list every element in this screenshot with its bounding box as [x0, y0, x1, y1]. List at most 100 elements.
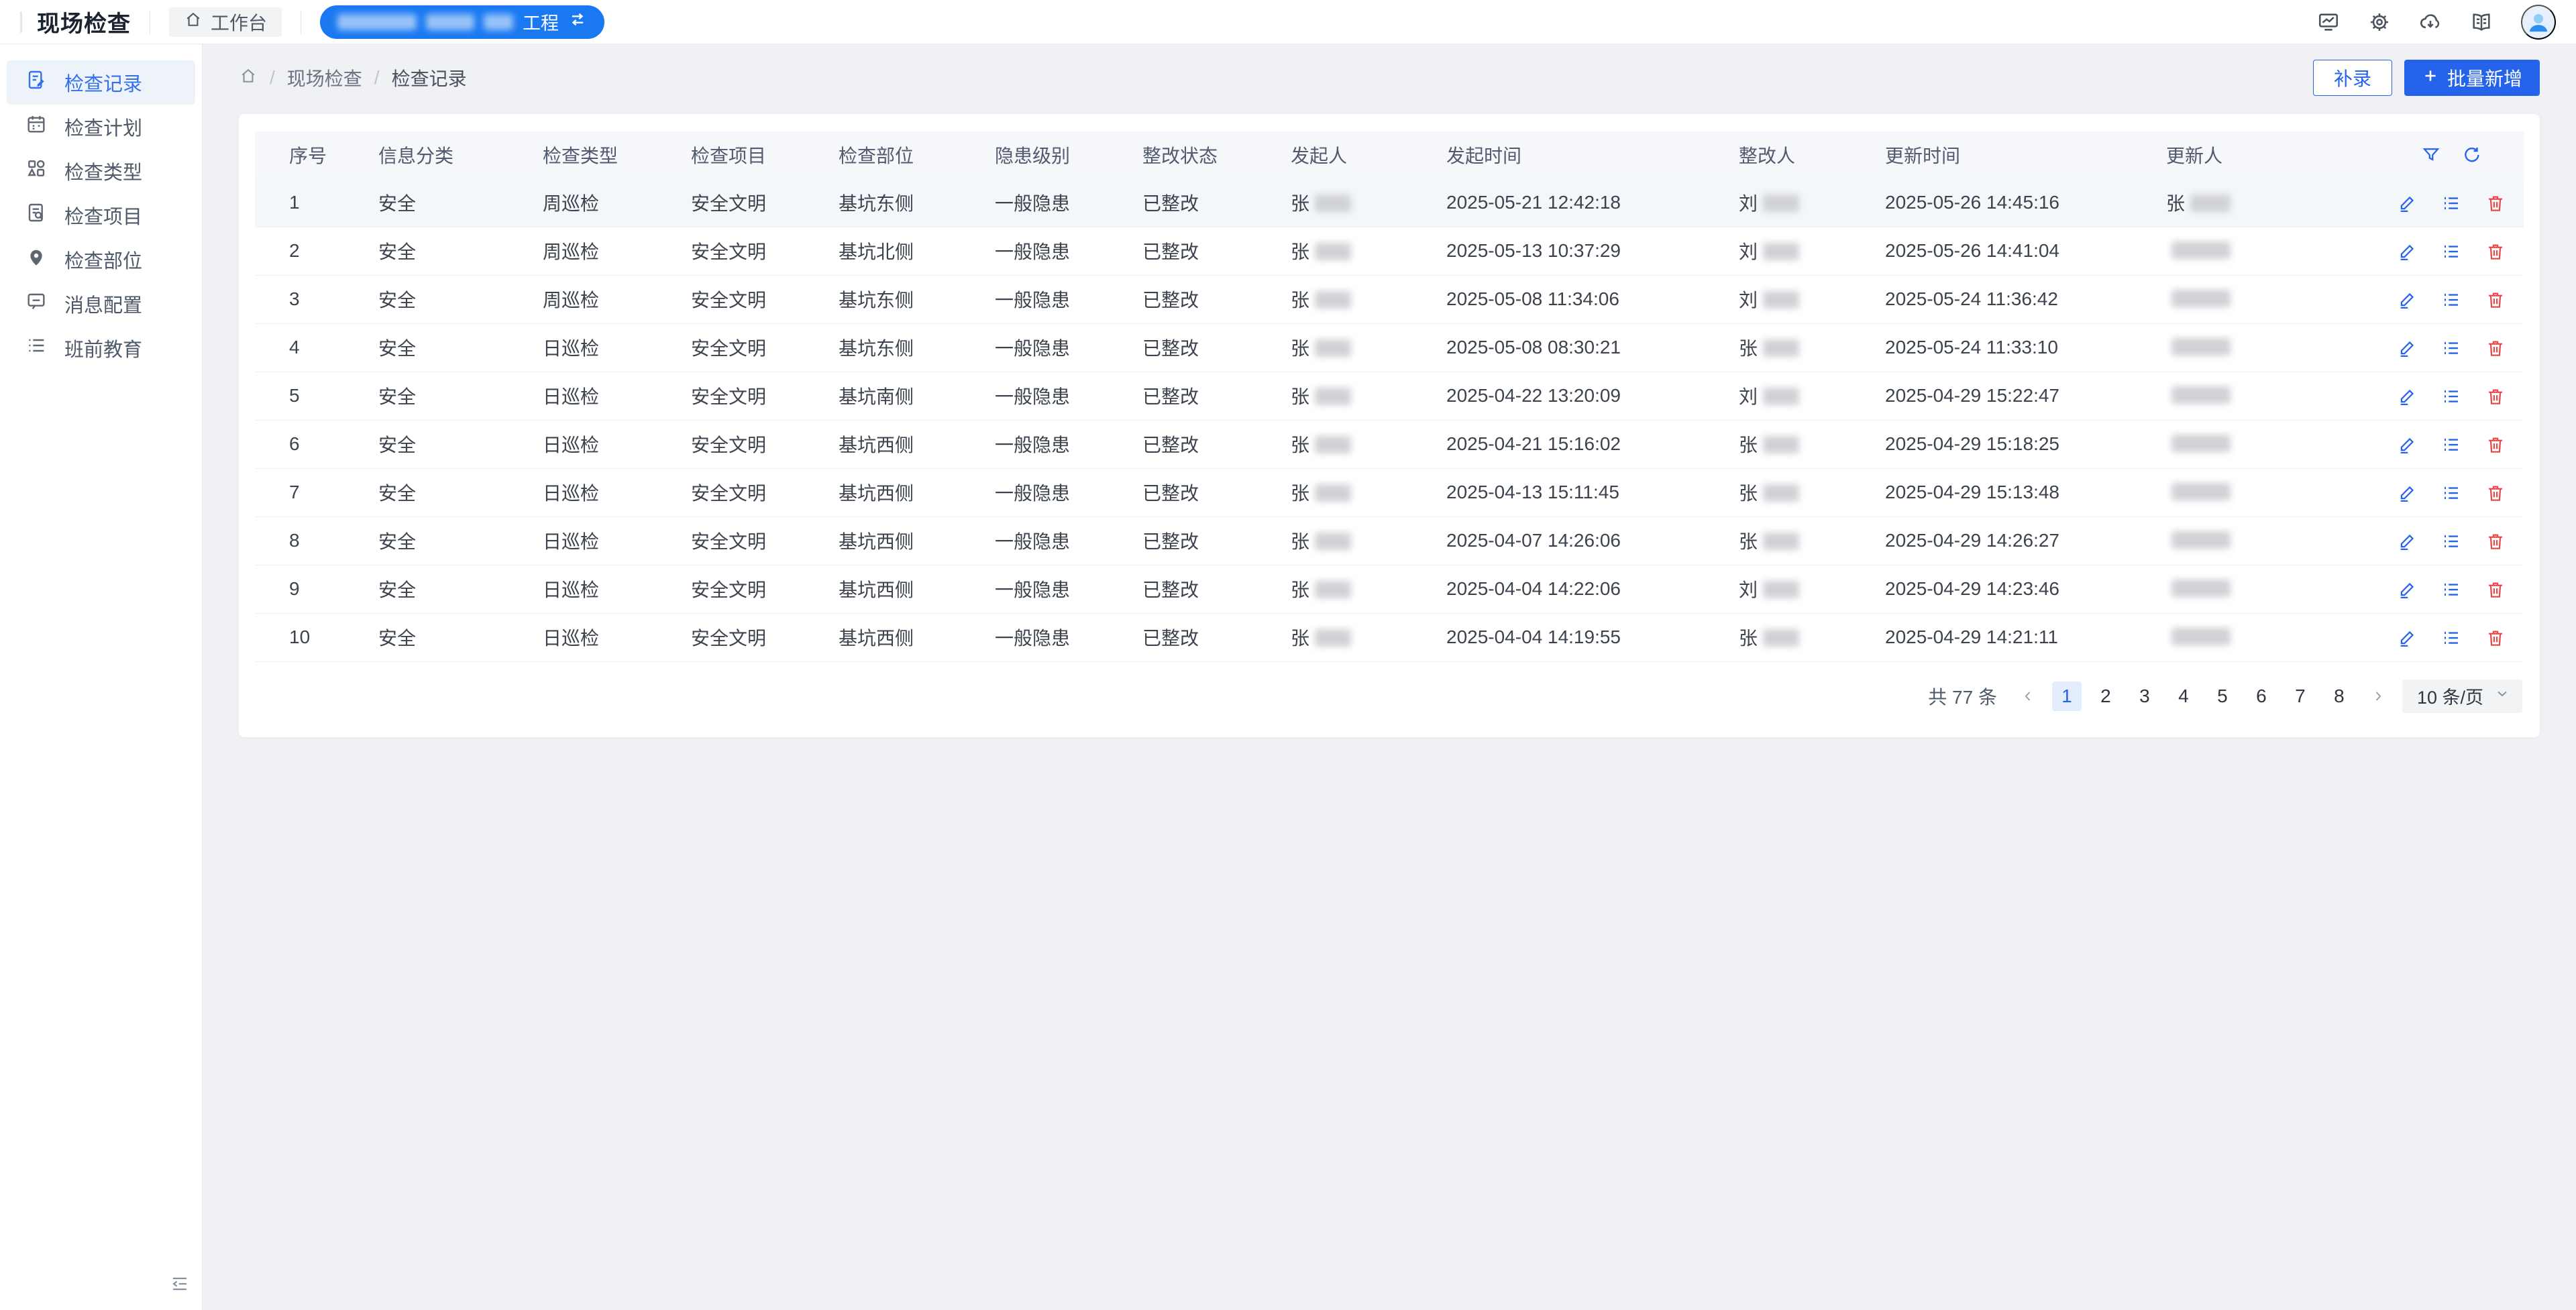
page-button-4[interactable]: 4 — [2169, 681, 2198, 711]
cell-inspection-location: 基坑西侧 — [839, 468, 995, 516]
delete-button[interactable] — [2485, 386, 2506, 406]
edit-button[interactable] — [2397, 580, 2417, 600]
cell-inspection-type: 日巡检 — [543, 323, 691, 372]
sidebar-item-message-config[interactable]: 消息配置 — [7, 282, 195, 326]
detail-list-button[interactable] — [2441, 193, 2461, 213]
detail-list-button[interactable] — [2441, 628, 2461, 648]
dashboard-chart-icon[interactable] — [2317, 10, 2341, 34]
next-page-button[interactable] — [2363, 681, 2393, 711]
refresh-icon[interactable] — [2461, 145, 2481, 165]
redacted-name — [2171, 386, 2231, 404]
edit-button[interactable] — [2397, 290, 2417, 310]
cell-inspection-type: 日巡检 — [543, 420, 691, 468]
page-button-2[interactable]: 2 — [2091, 681, 2121, 711]
collapse-sidebar-button[interactable] — [166, 1271, 193, 1298]
cloud-download-icon[interactable] — [2419, 10, 2443, 34]
table-row[interactable]: 10 安全 日巡检 安全文明 基坑西侧 一般隐患 已整改 张 2025-04-0… — [255, 613, 2524, 661]
page-button-6[interactable]: 6 — [2247, 681, 2276, 711]
edit-button[interactable] — [2397, 628, 2417, 648]
cell-inspection-item: 安全文明 — [691, 372, 839, 420]
redacted-project-text — [484, 14, 513, 30]
detail-list-button[interactable] — [2441, 435, 2461, 455]
table-row[interactable]: 2 安全 周巡检 安全文明 基坑北侧 一般隐患 已整改 张 2025-05-13… — [255, 227, 2524, 275]
edit-button[interactable] — [2397, 338, 2417, 358]
delete-button[interactable] — [2485, 338, 2506, 358]
delete-button[interactable] — [2485, 290, 2506, 310]
sidebar-item-pre-shift-education[interactable]: 班前教育 — [7, 326, 195, 370]
detail-list-button[interactable] — [2441, 580, 2461, 600]
sidebar-item-inspection-records[interactable]: 检查记录 — [7, 60, 195, 105]
edit-button[interactable] — [2397, 386, 2417, 406]
cell-inspection-item: 安全文明 — [691, 516, 839, 565]
detail-list-button[interactable] — [2441, 483, 2461, 503]
page-button-3[interactable]: 3 — [2130, 681, 2159, 711]
redacted-name — [1315, 533, 1351, 550]
page-button-5[interactable]: 5 — [2208, 681, 2237, 711]
cell-actions — [2379, 323, 2524, 372]
table-row[interactable]: 9 安全 日巡检 安全文明 基坑西侧 一般隐患 已整改 张 2025-04-04… — [255, 565, 2524, 613]
table-row[interactable]: 3 安全 周巡检 安全文明 基坑东侧 一般隐患 已整改 张 2025-05-08… — [255, 275, 2524, 323]
page-button-7[interactable]: 7 — [2286, 681, 2315, 711]
cell-initiator: 张 — [1291, 516, 1446, 565]
table-row[interactable]: 1 安全 周巡检 安全文明 基坑东侧 一般隐患 已整改 张 2025-05-21… — [255, 178, 2524, 227]
supplement-entry-button[interactable]: 补录 — [2313, 60, 2392, 96]
edit-button[interactable] — [2397, 241, 2417, 262]
docs-book-icon[interactable] — [2470, 10, 2494, 34]
delete-button[interactable] — [2485, 435, 2506, 455]
sidebar-item-inspection-locations[interactable]: 检查部位 — [7, 237, 195, 282]
edit-button[interactable] — [2397, 435, 2417, 455]
edit-button[interactable] — [2397, 483, 2417, 503]
delete-button[interactable] — [2485, 628, 2506, 648]
workbench-button[interactable]: 工作台 — [169, 7, 282, 37]
settings-gear-icon[interactable] — [2368, 10, 2392, 34]
table-row[interactable]: 8 安全 日巡检 安全文明 基坑西侧 一般隐患 已整改 张 2025-04-07… — [255, 516, 2524, 565]
edit-button[interactable] — [2397, 193, 2417, 213]
cell-hazard-level: 一般隐患 — [995, 613, 1142, 661]
cell-updated-time: 2025-04-29 15:13:48 — [1885, 468, 2166, 516]
cell-initiated-time: 2025-04-04 14:22:06 — [1446, 565, 1739, 613]
cell-actions — [2379, 516, 2524, 565]
cell-updater — [2166, 516, 2379, 565]
delete-button[interactable] — [2485, 193, 2506, 213]
edit-button[interactable] — [2397, 531, 2417, 551]
cell-category: 安全 — [378, 275, 543, 323]
prev-page-button[interactable] — [2013, 681, 2043, 711]
table-row[interactable]: 5 安全 日巡检 安全文明 基坑南侧 一般隐患 已整改 张 2025-04-22… — [255, 372, 2524, 420]
sidebar-item-inspection-items[interactable]: 检查项目 — [7, 193, 195, 237]
sidebar-item-label: 班前教育 — [64, 334, 142, 362]
page-size-select[interactable]: 10 条/页 — [2402, 679, 2522, 713]
cell-index: 5 — [255, 372, 378, 420]
user-avatar[interactable] — [2521, 5, 2556, 40]
redacted-name — [1315, 291, 1351, 309]
detail-list-button[interactable] — [2441, 386, 2461, 406]
page-button-1[interactable]: 1 — [2052, 681, 2082, 711]
cell-actions — [2379, 372, 2524, 420]
cell-rectify-status: 已整改 — [1142, 565, 1291, 613]
breadcrumb-item-site-inspection[interactable]: 现场检查 — [287, 64, 362, 91]
cell-inspection-type: 日巡检 — [543, 613, 691, 661]
project-switcher-badge[interactable]: 工程 — [320, 5, 604, 39]
home-icon[interactable] — [239, 66, 258, 90]
column-header-actions — [2379, 131, 2524, 178]
cell-category: 安全 — [378, 565, 543, 613]
redacted-name — [1763, 436, 1799, 453]
batch-add-button[interactable]: 批量新增 — [2404, 60, 2540, 96]
delete-button[interactable] — [2485, 531, 2506, 551]
delete-button[interactable] — [2485, 580, 2506, 600]
detail-list-button[interactable] — [2441, 290, 2461, 310]
filter-icon[interactable] — [2421, 145, 2441, 165]
breadcrumb-separator: / — [374, 67, 380, 89]
page-button-8[interactable]: 8 — [2324, 681, 2354, 711]
detail-list-button[interactable] — [2441, 531, 2461, 551]
sidebar-item-inspection-plans[interactable]: 检查计划 — [7, 105, 195, 149]
delete-button[interactable] — [2485, 483, 2506, 503]
detail-list-button[interactable] — [2441, 241, 2461, 262]
sidebar-item-inspection-types[interactable]: 检查类型 — [7, 149, 195, 193]
cell-category: 安全 — [378, 227, 543, 275]
table-row[interactable]: 6 安全 日巡检 安全文明 基坑西侧 一般隐患 已整改 张 2025-04-21… — [255, 420, 2524, 468]
table-row[interactable]: 4 安全 日巡检 安全文明 基坑东侧 一般隐患 已整改 张 2025-05-08… — [255, 323, 2524, 372]
detail-list-button[interactable] — [2441, 338, 2461, 358]
cell-initiated-time: 2025-04-07 14:26:06 — [1446, 516, 1739, 565]
table-row[interactable]: 7 安全 日巡检 安全文明 基坑西侧 一般隐患 已整改 张 2025-04-13… — [255, 468, 2524, 516]
delete-button[interactable] — [2485, 241, 2506, 262]
